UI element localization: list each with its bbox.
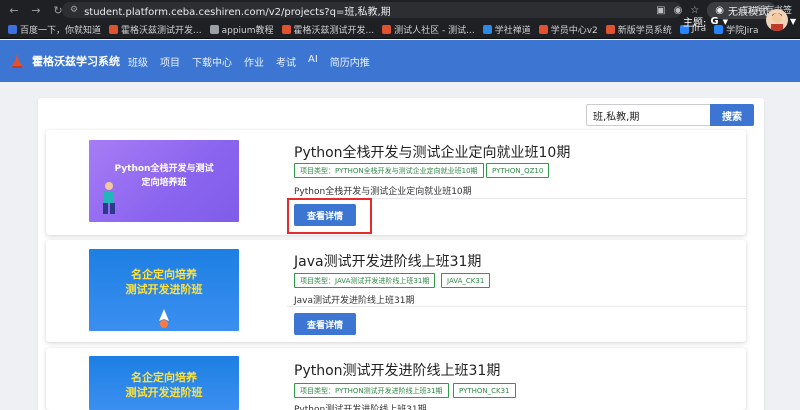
chevron-down-icon: ▼ <box>722 17 728 26</box>
menu-item-resume[interactable]: 简历内推 <box>330 54 370 69</box>
bookmark-favicon-icon <box>8 24 17 34</box>
app-header: 霍格沃兹学习系统 班级 项目 下载中心 作业 考试 AI 简历内推 <box>0 40 800 82</box>
course-description: Python全栈开发与测试企业定向就业班10期 <box>294 187 472 197</box>
bookmark-favicon-icon <box>605 24 615 34</box>
bookmark-label: 新版学员系统 <box>617 25 672 36</box>
bookmark-label: 百度一下，你就知道 <box>20 25 102 36</box>
bookmark-item[interactable]: 测试人社区 - 测试... <box>382 23 475 36</box>
bookmark-item[interactable]: 霍格沃兹测试开发... <box>281 23 375 36</box>
folder-icon: □ <box>743 4 752 15</box>
course-description: Python测试开发进阶线上班31期 <box>294 405 427 410</box>
bookmark-label: appium教程 <box>221 25 274 36</box>
bookmark-label: 霍格沃兹测试开发... <box>121 25 202 36</box>
menu-item-homework[interactable]: 作业 <box>244 54 264 69</box>
address-bar[interactable]: ⚙ student.platform.ceba.ceshiren.com/v2/… <box>62 2 682 18</box>
bookmark-label: 测试人社区 - 测试... <box>394 25 475 36</box>
menu-item-project[interactable]: 项目 <box>160 54 180 69</box>
thumbnail-text: 名企定向培养 测试开发进阶班 <box>99 370 229 400</box>
project-code-tag: PYTHON_CK31 <box>453 383 516 398</box>
view-details-button[interactable]: 查看详情 <box>294 313 356 335</box>
translate-icon[interactable]: ▣ <box>656 5 665 16</box>
highlight-box <box>287 198 372 234</box>
forward-icon[interactable]: → <box>28 2 44 18</box>
theme-label: 主题: <box>683 18 707 29</box>
menu-item-exam[interactable]: 考试 <box>276 54 296 69</box>
theme-value: G <box>710 16 719 27</box>
back-icon[interactable]: ← <box>6 2 22 18</box>
project-type-tag: 项目类型：JAVA测试开发进阶线上班31期 <box>294 273 436 288</box>
project-code-tag: PYTHON_QZ10 <box>486 163 550 178</box>
avatar-chevron-icon[interactable]: ▼ <box>790 17 796 26</box>
bookmark-item[interactable]: 学社禅道 <box>482 23 531 36</box>
bookmark-label: 学员中心v2 <box>550 25 598 36</box>
project-type-tag: 项目类型：PYTHON测试开发进阶线上班31期 <box>294 383 449 398</box>
bookmark-item[interactable]: 霍格沃兹测试开发... <box>109 23 202 36</box>
course-title[interactable]: Python全栈开发与测试企业定向就业班10期 <box>294 142 570 162</box>
rocket-illustration-icon <box>159 309 169 328</box>
bookmark-favicon-icon <box>538 24 548 34</box>
course-thumbnail[interactable]: 名企定向培养 测试开发进阶班 <box>89 356 239 410</box>
course-thumbnail[interactable]: 名企定向培养 测试开发进阶班 <box>89 249 239 331</box>
course-card: 名企定向培养 测试开发进阶班 Python测试开发进阶线上班31期 项目类型：P… <box>46 348 746 410</box>
project-type-tag: 项目类型：PYTHON全栈开发与测试企业定向就业班10期 <box>294 163 484 178</box>
thumbnail-line1: 名企定向培养 <box>131 371 197 384</box>
bookmark-label: 霍格沃兹测试开发... <box>293 25 375 36</box>
menu-item-ai[interactable]: AI <box>308 54 318 69</box>
theme-selector[interactable]: 主题: G ▼ <box>683 14 728 29</box>
bookmark-item[interactable]: appium教程 <box>209 23 274 36</box>
brand-logo-icon <box>8 52 26 70</box>
person-illustration-icon <box>103 182 115 214</box>
site-info-icon[interactable]: ⚙ <box>70 5 78 15</box>
bookmark-item[interactable]: 百度一下，你就知道 <box>8 23 101 36</box>
course-card: 名企定向培养 测试开发进阶班 Java测试开发进阶线上班31期 项目类型：JAV… <box>46 240 746 342</box>
bookmark-favicon-icon <box>482 24 492 34</box>
incognito-eye-icon[interactable]: ◉ <box>674 5 683 16</box>
avatar[interactable] <box>766 9 788 31</box>
thumbnail-line1: 名企定向培养 <box>131 268 197 281</box>
bookmarks-bar: 百度一下，你就知道 霍格沃兹测试开发... appium教程 霍格沃兹测试开发... 测… <box>0 20 800 39</box>
project-code-tag: JAVA_CK31 <box>441 273 491 288</box>
search-input[interactable] <box>586 104 710 126</box>
bookmark-favicon-icon <box>281 24 291 34</box>
menu-item-download[interactable]: 下载中心 <box>192 54 232 69</box>
url-text: student.platform.ceba.ceshiren.com/v2/pr… <box>84 6 391 18</box>
search-button[interactable]: 搜索 <box>710 104 754 126</box>
course-description: Java测试开发进阶线上班31期 <box>294 296 415 306</box>
bookmark-label: 学社禅道 <box>494 25 531 36</box>
menu-item-class[interactable]: 班级 <box>128 54 148 69</box>
divider <box>287 306 746 307</box>
main-menu: 班级 项目 下载中心 作业 考试 AI 简历内推 <box>128 54 370 69</box>
bookmark-favicon-icon <box>209 24 219 34</box>
course-card: Python全栈开发与测试 定向培养班 Python全栈开发与测试企业定向就业班… <box>46 130 746 235</box>
course-title[interactable]: Java测试开发进阶线上班31期 <box>294 251 481 271</box>
bookmark-item[interactable]: 学员中心v2 <box>538 23 598 36</box>
bookmark-label: 学院Jira <box>726 25 759 36</box>
brand-title[interactable]: 霍格沃兹学习系统 <box>32 53 120 69</box>
thumbnail-line1: Python全栈开发与测试 <box>114 164 214 174</box>
thumbnail-text: 名企定向培养 测试开发进阶班 <box>99 267 229 297</box>
course-thumbnail[interactable]: Python全栈开发与测试 定向培养班 <box>89 140 239 222</box>
bookmark-item[interactable]: 新版学员系统 <box>605 23 672 36</box>
bookmark-favicon-icon <box>382 24 392 34</box>
bookmark-favicon-icon <box>109 24 119 34</box>
thumbnail-line2: 测试开发进阶班 <box>125 386 203 399</box>
thumbnail-line2: 测试开发进阶班 <box>125 283 203 296</box>
course-title[interactable]: Python测试开发进阶线上班31期 <box>294 360 500 380</box>
